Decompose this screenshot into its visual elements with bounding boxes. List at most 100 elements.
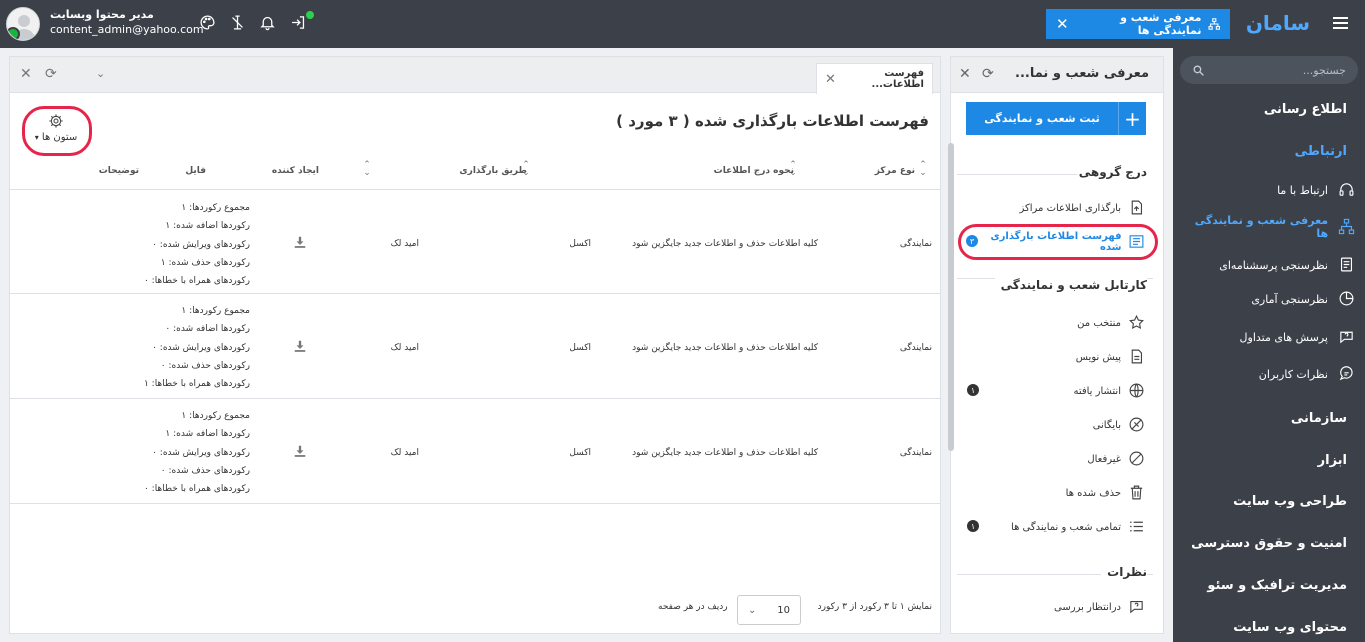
headset-icon (1337, 181, 1355, 199)
sidebar-section-traffic[interactable]: مدیریت ترافیک و سئو (1207, 578, 1347, 593)
block-icon (1127, 450, 1145, 468)
cartable-item-label: انتشار یافته (1073, 385, 1121, 397)
sidebar-item-questionnaire[interactable]: نظرسنجی پرسشنامه‌ای (1180, 252, 1355, 278)
sidebar-item-label: معرفی شعب و نمایندگی ها (1194, 214, 1329, 240)
sidebar-item-user-comments[interactable]: نظرات کاربران (1180, 361, 1355, 387)
sidebar-section-tools[interactable]: ابزار (1318, 453, 1347, 468)
stat-line: مجموع رکوردها: ۱ (181, 203, 250, 213)
open-tab-branches[interactable]: معرفی شعب و نمایندگی ها ✕ (1046, 9, 1230, 39)
sort-icon[interactable]: ⌃ ⌄ (362, 161, 372, 178)
sidebar-section-communication[interactable]: ارتباطی (1295, 144, 1347, 159)
cartable-item-draft[interactable]: پیش نویس (970, 345, 1145, 369)
download-icon[interactable] (293, 339, 309, 355)
cartable-item-inactive[interactable]: غیرفعال (970, 447, 1145, 471)
close-icon[interactable]: ✕ (1056, 15, 1069, 33)
user-name: مدیر محتوا وبسایت (50, 8, 154, 21)
cell-description: مجموع رکوردها: ۱ رکوردها اضافه شده: ۰ رک… (110, 302, 250, 393)
sitemap-icon (1337, 218, 1355, 236)
plus-icon: + (1118, 102, 1146, 135)
table-row[interactable]: نمایندگی کلیه اطلاعات حذف و اطلاعات جدید… (10, 295, 940, 399)
upload-centers-item[interactable]: بارگذاری اطلاعات مراکز (970, 196, 1145, 220)
user-email: content_admin@yahoo.com (50, 23, 204, 36)
comments-item-pending[interactable]: درانتظار بررسی (970, 595, 1145, 619)
cell-creator: امید لک (390, 239, 419, 249)
main-panel-header: ✕ ⟳ ⌄ فهرست اطلاعات... ✕ (10, 57, 940, 94)
sidebar-item-statistic-poll[interactable]: نظرسنجی آماری (1180, 286, 1355, 312)
cell-upload-method: اکسل (569, 448, 591, 458)
sidebar-section-organization[interactable]: سازمانی (1291, 411, 1347, 426)
sidebar-section-content[interactable]: محتوای وب سایت (1233, 620, 1347, 635)
cell-description: مجموع رکوردها: ۱ رکوردها اضافه شده: ۱ رک… (110, 199, 250, 290)
register-branch-button[interactable]: + ثبت شعب و نمایندگی (966, 102, 1146, 135)
list-icon (1127, 518, 1145, 536)
login-icon[interactable] (290, 11, 314, 34)
star-icon (1127, 314, 1145, 332)
clipboard-icon (1337, 256, 1355, 274)
col-header-center-type[interactable]: نوع مرکز (875, 166, 915, 176)
comment-icon (1337, 365, 1355, 383)
sidebar-item-contact[interactable]: ارتباط با ما (1180, 177, 1355, 203)
online-status-icon (7, 27, 20, 40)
status-dot-icon (306, 11, 314, 19)
col-header-upload-method[interactable]: طریق بارگذاری (459, 166, 527, 176)
cell-creator: امید لک (390, 343, 419, 353)
panel-header: ✕ ⟳ معرفی شعب و نما... (951, 57, 1163, 93)
cartable-item-all[interactable]: تمامی شعب و نمایندگی ها (970, 515, 1145, 539)
highlight-columns-button (22, 106, 92, 156)
palette-icon[interactable] (199, 14, 219, 34)
highlight-uploaded-list (958, 224, 1158, 260)
cell-center-type: نمایندگی (899, 343, 932, 353)
table-row[interactable]: نمایندگی کلیه اطلاعات حذف و اطلاعات جدید… (10, 400, 940, 504)
menu-icon[interactable] (1333, 17, 1348, 29)
archive-icon (1127, 416, 1145, 434)
close-icon[interactable]: ✕ (825, 72, 836, 87)
globe-icon (1127, 382, 1145, 400)
cartable-item-archive[interactable]: بایگانی (970, 413, 1145, 437)
sidebar-item-label: نظرسنجی آماری (1251, 292, 1328, 306)
stat-line: رکوردهای ویرایش شده: ۰ (152, 342, 250, 353)
search-icon (1193, 65, 1204, 76)
search-input[interactable]: جستجو... (1180, 56, 1358, 84)
cell-upload-method: اکسل (569, 239, 591, 249)
col-header-insert-method[interactable]: نحوه درج اطلاعات (714, 166, 794, 176)
cell-insert-method: کلیه اطلاعات حذف و اطلاعات جدید جایگزین … (632, 239, 818, 249)
close-icon[interactable]: ✕ (20, 67, 32, 81)
cartable-item-published[interactable]: انتشار یافته (970, 379, 1145, 403)
cell-description: مجموع رکوردها: ۱ رکوردها اضافه شده: ۱ رک… (110, 407, 250, 498)
rows-per-page-select[interactable]: 10 ⌄ (737, 595, 801, 625)
refresh-icon[interactable]: ⟳ (982, 67, 996, 81)
sidebar-item-branches[interactable]: معرفی شعب و نمایندگی ها (1180, 214, 1355, 240)
notifications-off-icon[interactable] (229, 14, 249, 34)
refresh-icon[interactable]: ⟳ (45, 67, 57, 81)
divider (957, 174, 1077, 175)
cartable-item-deleted[interactable]: حذف شده ها (970, 481, 1145, 505)
col-header-creator[interactable]: ایجاد کننده (272, 166, 319, 176)
download-icon[interactable] (293, 235, 309, 251)
sort-icon[interactable]: ⌃ ⌄ (918, 161, 928, 178)
stat-line: مجموع رکوردها: ۱ (181, 411, 250, 421)
brand-logo: سامان (1245, 11, 1310, 35)
sidebar-item-label: نظرات کاربران (1258, 367, 1328, 381)
main-panel: ✕ ⟳ ⌄ فهرست اطلاعات... ✕ فهرست اطلاعات ب… (9, 56, 941, 634)
cartable-item-label: حذف شده ها (1065, 487, 1121, 499)
sidebar-section-notify[interactable]: اطلاع رسانی (1264, 102, 1347, 117)
sidebar-section-web-design[interactable]: طراحی وب سایت (1233, 494, 1347, 509)
close-icon[interactable]: ✕ (959, 67, 973, 81)
cartable-item-label: پیش نویس (1075, 351, 1121, 363)
chevron-down-icon[interactable]: ⌄ (96, 67, 105, 81)
sitemap-icon (1208, 18, 1220, 30)
stat-line: رکوردها اضافه شده: ۱ (165, 429, 250, 440)
cartable-heading: کارتابل شعب و نمایندگی (994, 278, 1147, 292)
scrollbar[interactable] (948, 143, 954, 451)
bell-icon[interactable] (259, 14, 279, 34)
cartable-item-favorites[interactable]: منتخب من (970, 311, 1145, 335)
user-avatar[interactable] (6, 7, 40, 41)
sidebar-section-security[interactable]: امنیت و حقوق دسترسی (1191, 536, 1347, 551)
stat-line: رکوردهای ویرایش شده: ۰ (152, 239, 250, 250)
stat-line: رکوردهای ویرایش شده: ۰ (152, 447, 250, 458)
cell-creator: امید لک (390, 448, 419, 458)
table-row[interactable]: نمایندگی کلیه اطلاعات حذف و اطلاعات جدید… (10, 190, 940, 294)
download-icon[interactable] (293, 444, 309, 460)
sidebar-item-faq[interactable]: پرسش های متداول (1180, 324, 1355, 350)
tab-uploaded-list[interactable]: فهرست اطلاعات... ✕ (816, 63, 933, 94)
